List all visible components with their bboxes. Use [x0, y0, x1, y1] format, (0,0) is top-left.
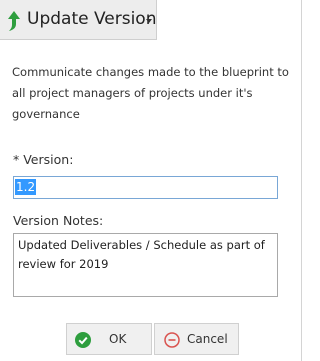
checkmark-circle-icon	[75, 332, 91, 348]
cancel-button-label: Cancel	[187, 332, 228, 346]
ok-button[interactable]: OK	[66, 323, 152, 355]
ok-button-label: OK	[109, 332, 127, 346]
version-value: 1.2	[15, 179, 37, 195]
cancel-button[interactable]: Cancel	[154, 323, 239, 355]
version-label: * Version:	[13, 152, 74, 167]
update-version-dropdown-button[interactable]: Update Version	[0, 0, 157, 40]
version-input[interactable]: 1.2	[13, 176, 278, 199]
chevron-down-icon	[146, 19, 152, 23]
version-notes-textarea[interactable]: Updated Deliverables / Schedule as part …	[13, 233, 278, 297]
update-version-panel: Update Version Communicate changes made …	[0, 0, 302, 361]
arrow-up-icon	[8, 11, 20, 31]
minus-circle-icon	[164, 332, 180, 348]
description-text: Communicate changes made to the blueprin…	[12, 65, 289, 121]
version-notes-label: Version Notes:	[13, 213, 104, 228]
page-title: Update Version	[27, 9, 157, 29]
